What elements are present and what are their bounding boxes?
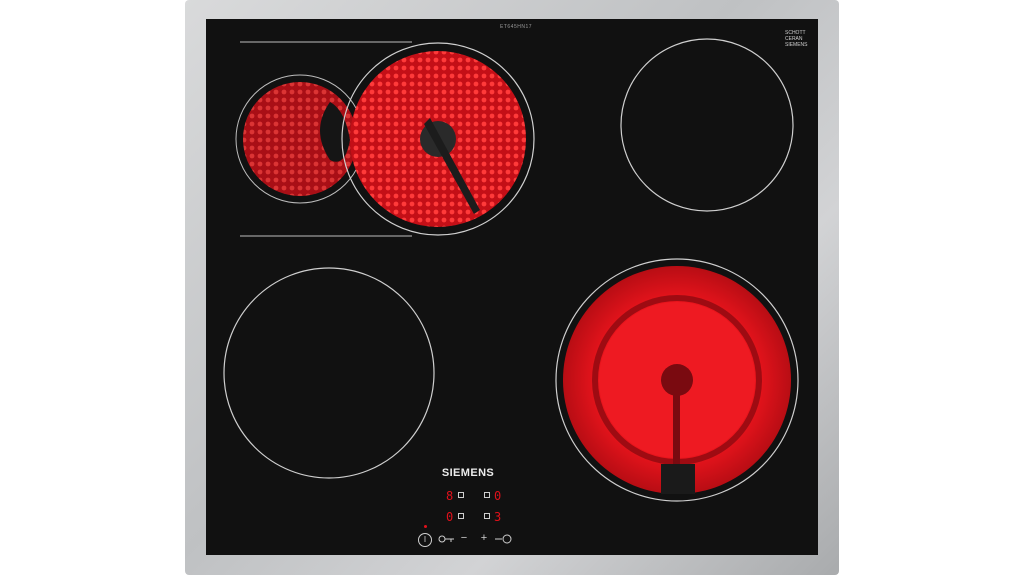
thermostat-rod [673,380,680,464]
plus-button[interactable]: + [478,533,490,544]
zone-indicator-icon [458,513,464,519]
display-bottom-left: 0 [446,510,454,524]
power-icon[interactable]: I [418,533,432,547]
key-icon[interactable] [438,533,456,545]
display-top-left: 8 [446,489,454,503]
brand-logo: SIEMENS [441,467,495,479]
timer-icon[interactable] [494,533,514,545]
zone-indicator-icon [484,492,490,498]
cooking-zones [223,38,799,502]
display-top-right: 0 [494,489,502,503]
coil-gap [661,464,695,494]
zone-back-right[interactable] [620,38,794,212]
zone-indicator-icon [484,513,490,519]
zone-indicator-icon [458,492,464,498]
power-led [424,525,427,528]
zone-front-right[interactable] [555,258,799,502]
zone-front-left[interactable] [223,267,435,479]
display-bottom-right: 3 [494,510,502,524]
minus-button[interactable]: − [458,533,470,544]
zone-back-left[interactable] [235,41,535,237]
